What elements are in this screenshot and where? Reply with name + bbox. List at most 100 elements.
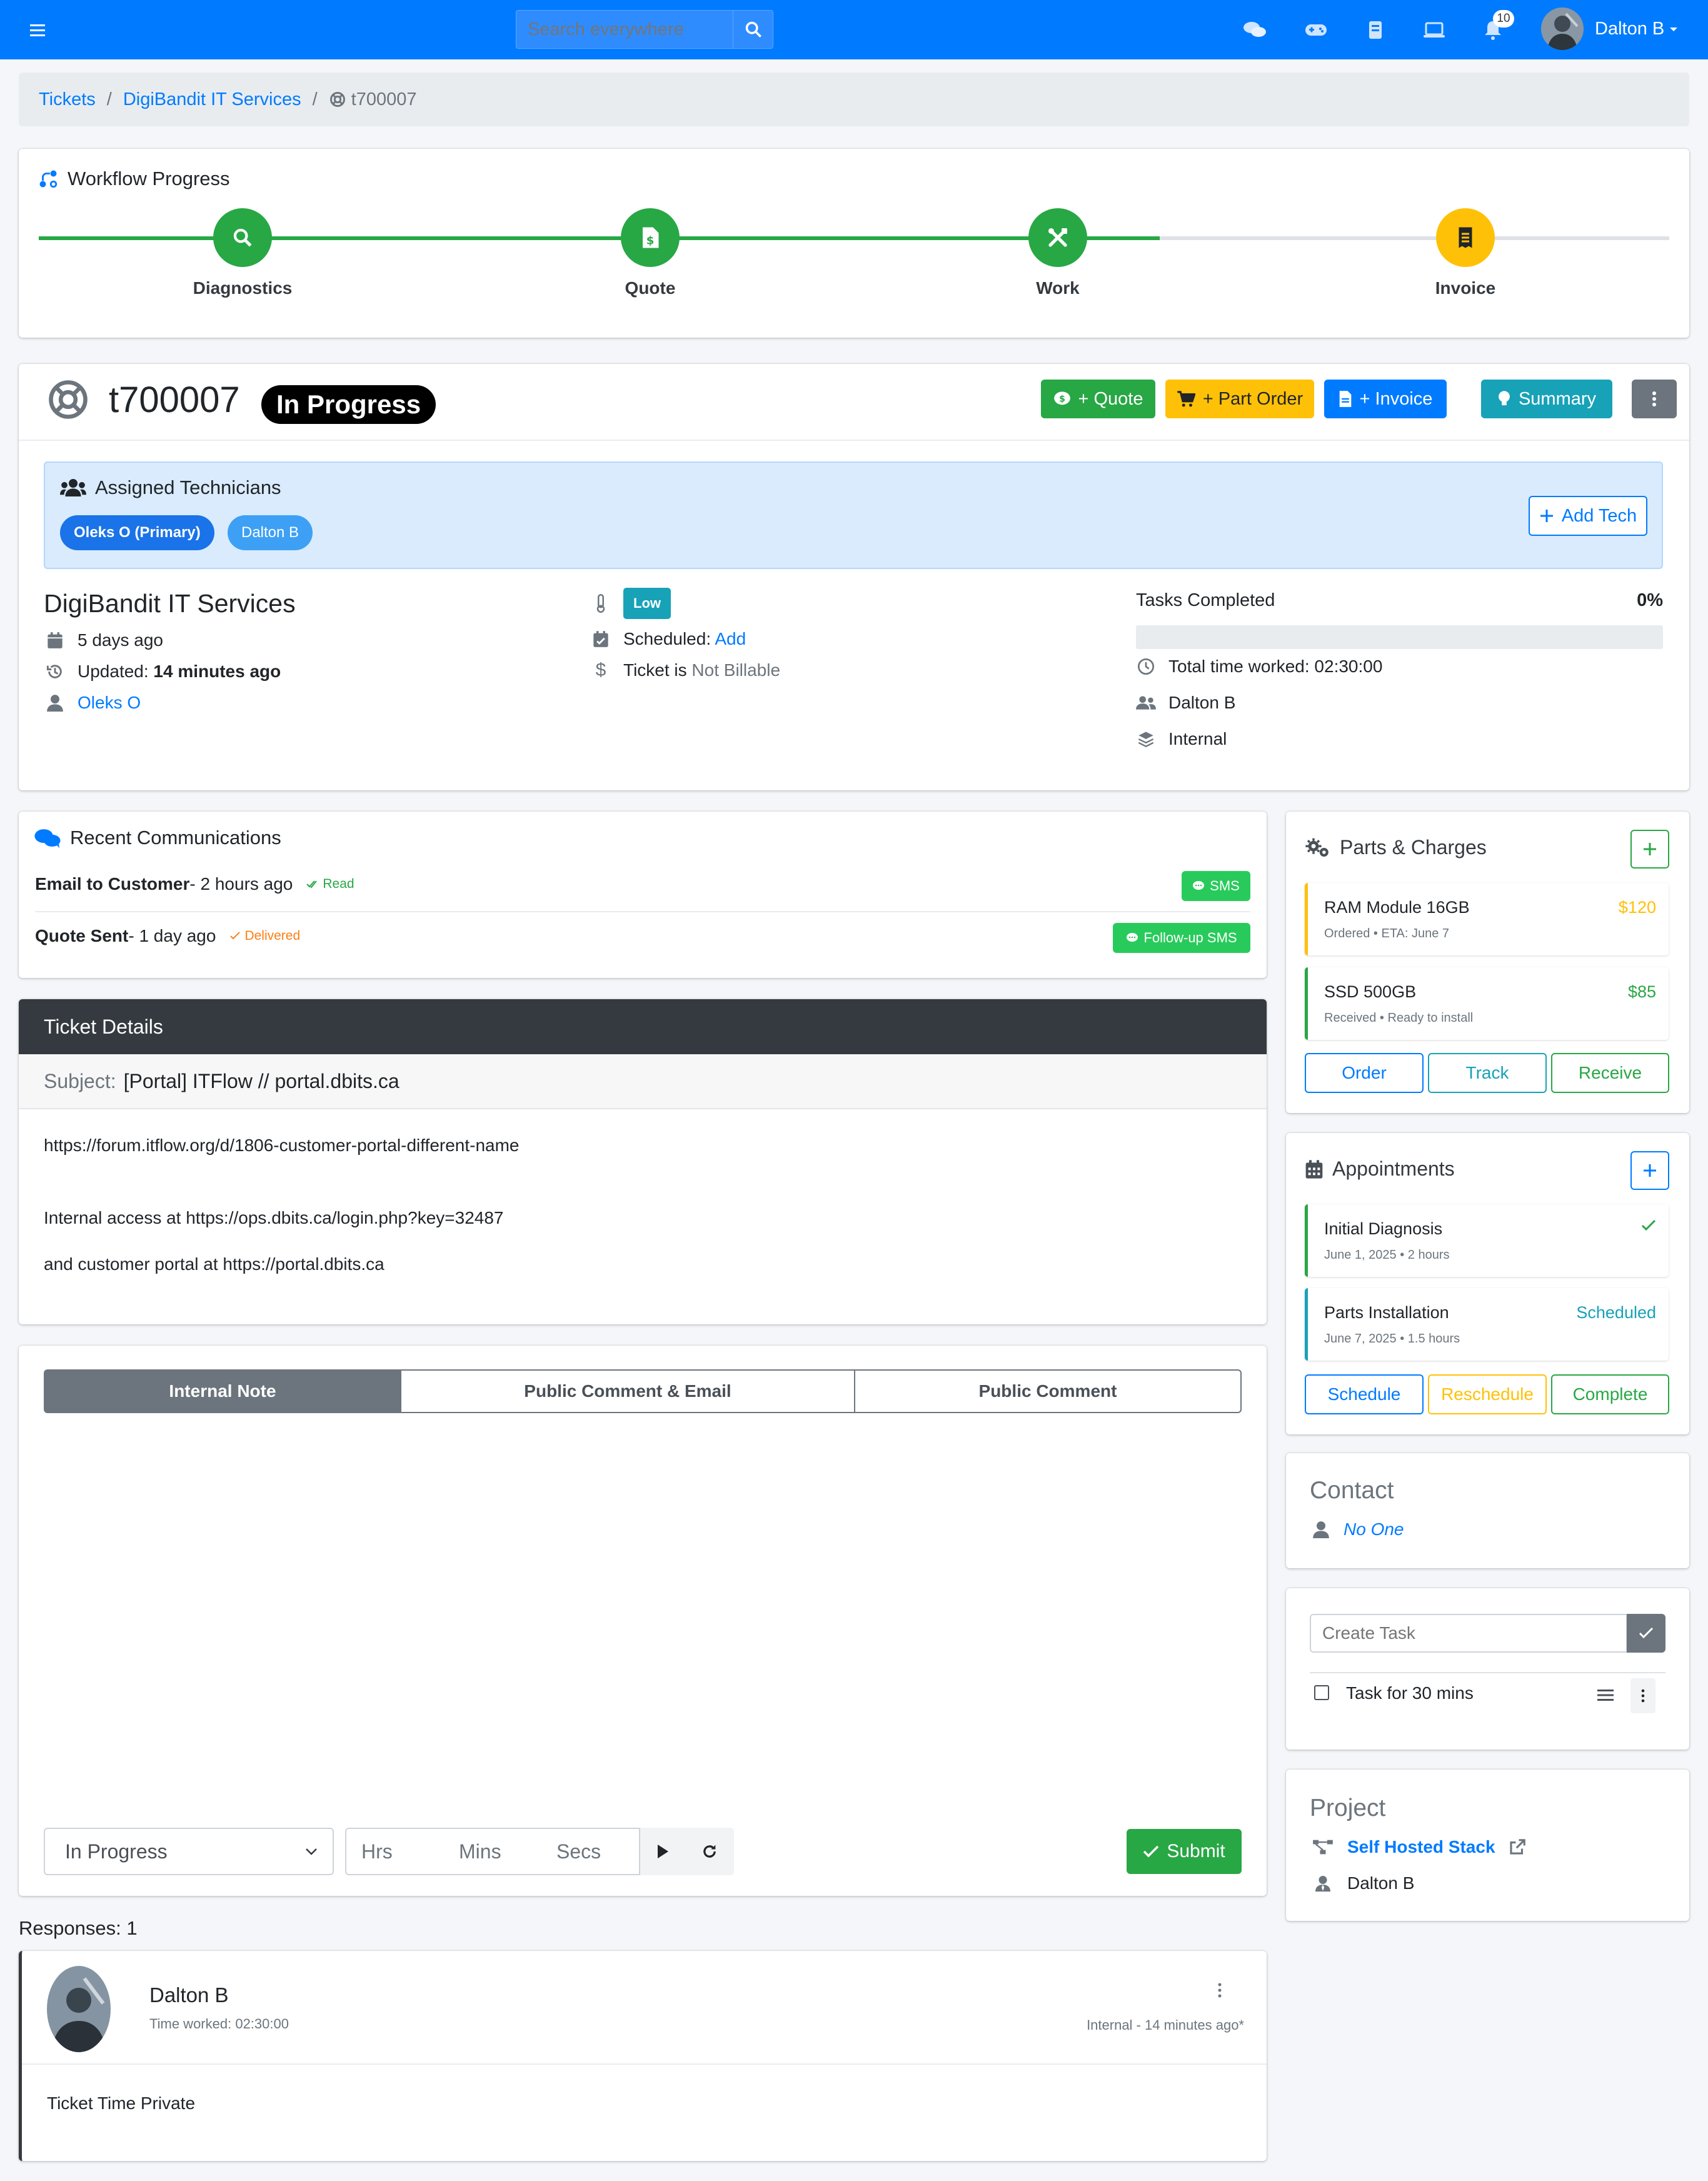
submit-button[interactable]: Submit [1127,1829,1242,1874]
workflow-step-label: Work [1036,278,1080,298]
part-item[interactable]: SSD 500GB Received • Ready to install $8… [1305,967,1669,1040]
chevron-down-icon [306,1848,317,1855]
avatar[interactable] [1541,8,1584,50]
appointment-status [1641,1219,1656,1232]
create-task-input[interactable] [1310,1614,1627,1653]
tab-public-comment-email[interactable]: Public Comment & Email [401,1369,855,1413]
play-button[interactable] [656,1843,670,1860]
sms-button-label: SMS [1210,878,1240,894]
created-value: 5 days ago [78,630,163,650]
workflow-step-work[interactable] [1028,208,1087,267]
top-navbar: 10 Dalton B [0,0,1708,59]
breadcrumb-client[interactable]: DigiBandit IT Services [123,89,301,110]
appointment-item[interactable]: Parts Installation June 7, 2025 • 1.5 ho… [1305,1288,1669,1361]
subject-row: Subject: [Portal] ITFlow // portal.dbits… [19,1054,1267,1109]
owner-link[interactable]: Oleks O [78,693,141,713]
contact-value[interactable]: No One [1344,1519,1404,1539]
watcher-row: Dalton B [1136,693,1235,713]
workflow-step-diagnostics[interactable] [213,208,272,267]
part-item[interactable]: RAM Module 16GB Ordered • ETA: June 7 $1… [1305,883,1669,955]
workflow-step-invoice[interactable] [1436,208,1495,267]
complete-button[interactable]: Complete [1551,1374,1669,1414]
reset-button[interactable] [701,1843,718,1860]
workflow-step-quote[interactable]: $ [621,208,680,267]
billable-value: Not Billable [691,660,781,680]
task-reorder-handle[interactable] [1597,1688,1614,1702]
add-invoice-button[interactable]: + Invoice [1324,380,1447,418]
scheduled-row: Scheduled: Add [591,629,746,649]
check-icon [1641,1219,1656,1231]
tech-badge-primary[interactable]: Oleks O (Primary) [60,515,214,550]
search-input[interactable] [516,11,733,48]
follow-up-sms-button[interactable]: Follow-up SMS [1113,923,1250,953]
contact-card [1286,1453,1689,1568]
hamburger-menu-icon[interactable] [25,16,50,44]
summary-button[interactable]: Summary [1481,380,1612,418]
ticket-card [19,364,1689,790]
workflow-header: Workflow Progress [38,168,230,190]
time-worked-value: Total time worked: 02:30:00 [1168,657,1383,676]
document-icon[interactable] [1362,16,1389,44]
create-task-button[interactable] [1627,1614,1665,1653]
tech-badge[interactable]: Dalton B [228,515,313,550]
project-name-row: Self Hosted Stack [1311,1837,1527,1857]
communication-time: - 1 day ago [128,926,216,945]
add-invoice-label: + Invoice [1359,388,1433,409]
scheduled-add-link[interactable]: Add [715,629,746,648]
response-meta: Internal - 14 minutes ago* [1087,2017,1244,2033]
project-manager-row: Dalton B [1311,1873,1414,1893]
project-link[interactable]: Self Hosted Stack [1347,1837,1495,1857]
gamepad-icon[interactable] [1302,16,1330,44]
appointment-item[interactable]: Initial Diagnosis June 1, 2025 • 2 hours [1305,1204,1669,1277]
status-select[interactable]: In Progress [44,1828,334,1875]
project-title: Project [1310,1795,1386,1821]
track-button[interactable]: Track [1428,1053,1547,1093]
hours-input[interactable]: Hrs [345,1828,445,1875]
user-menu[interactable]: Dalton B [1595,19,1678,39]
breadcrumb-separator: / [312,89,318,109]
add-part-button[interactable] [1630,830,1669,869]
caret-down-icon [1670,27,1678,31]
comment-dots-icon [1193,881,1205,890]
breadcrumb-tickets[interactable]: Tickets [39,89,96,110]
task-menu-button[interactable] [1630,1678,1655,1713]
add-part-order-button[interactable]: + Part Order [1165,380,1314,418]
parts-title: Parts & Charges [1340,836,1487,859]
reschedule-button[interactable]: Reschedule [1428,1374,1547,1414]
search-button[interactable] [733,11,773,48]
client-name[interactable]: DigiBandit IT Services [44,589,296,618]
timer-controls [640,1828,734,1875]
part-status: Ordered • ETA: June 7 [1324,927,1450,940]
history-icon [46,665,62,678]
sms-button[interactable]: SMS [1182,871,1250,901]
details-line: Internal access at https://ops.dbits.ca/… [44,1208,504,1227]
task-checkbox[interactable] [1314,1685,1329,1700]
laptop-icon[interactable] [1420,16,1448,44]
subject-value: [Portal] ITFlow // portal.dbits.ca [123,1069,399,1092]
user-icon [47,695,63,712]
receive-button[interactable]: Receive [1551,1053,1669,1093]
schedule-button[interactable]: Schedule [1305,1374,1424,1414]
cogs-icon [1305,838,1329,857]
reply-editor[interactable] [44,1427,1242,1808]
submit-label: Submit [1167,1841,1225,1861]
more-actions-button[interactable] [1632,380,1677,418]
file-invoice-icon [1339,391,1351,407]
minutes-input[interactable]: Mins [444,1828,543,1875]
tab-public-comment[interactable]: Public Comment [855,1369,1242,1413]
parts-header: Parts & Charges [1305,836,1487,859]
tab-internal-note[interactable]: Internal Note [44,1369,401,1413]
add-quote-button[interactable]: $ + Quote [1041,380,1155,418]
ticket-details-card: Ticket Details Subject: [Portal] ITFlow … [19,999,1267,1324]
communication-time: - 2 hours ago [189,874,293,894]
external-link-icon[interactable] [1508,1838,1527,1856]
notification-badge: 10 [1493,10,1514,28]
communication-item: Quote Sent - 1 day ago Delivered [35,926,300,946]
add-appointment-button[interactable] [1630,1151,1669,1190]
order-button[interactable]: Order [1305,1053,1424,1093]
check-icon [1143,1845,1159,1858]
chat-icon[interactable] [1241,16,1268,44]
seconds-input[interactable]: Secs [541,1828,640,1875]
response-menu-button[interactable] [1217,1982,1222,1998]
add-tech-button[interactable]: Add Tech [1529,496,1647,536]
